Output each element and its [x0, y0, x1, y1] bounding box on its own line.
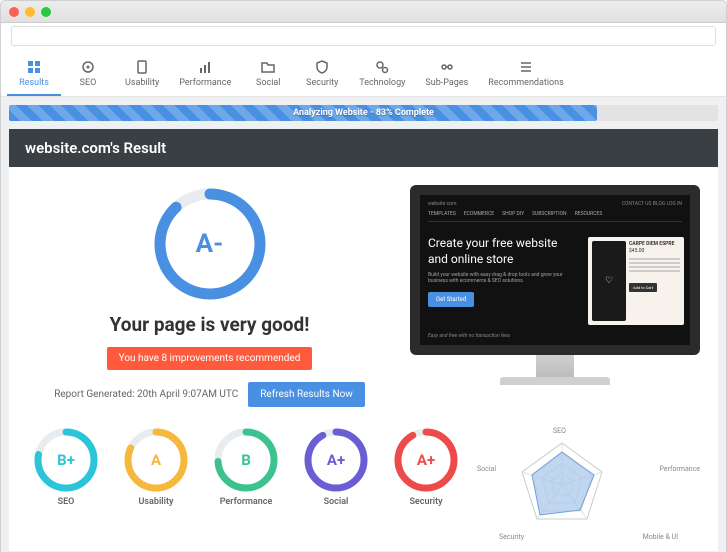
tab-performance[interactable]: Performance	[169, 52, 241, 96]
list-icon	[519, 60, 533, 74]
maximize-icon[interactable]	[41, 7, 51, 17]
score-social: A+ Social	[297, 427, 375, 507]
folder-icon	[261, 60, 275, 74]
preview-nav-item: RESOURCES	[575, 211, 603, 217]
preview-brand: website·com	[428, 201, 456, 207]
score-grade: A	[123, 427, 189, 493]
tab-social[interactable]: Social	[241, 52, 295, 96]
url-bar[interactable]	[11, 26, 716, 46]
site-preview-monitor: website·com CONTACT US BLOG LOG IN TEMPL…	[410, 185, 700, 385]
preview-cta: Get Started	[428, 292, 474, 307]
preview-footer: Easy and free with no transaction fees	[428, 333, 682, 339]
score-label: SEO	[27, 497, 105, 507]
nav-tabs: ResultsSEOUsabilityPerformanceSocialSecu…	[1, 52, 726, 97]
grid-icon	[27, 60, 41, 74]
preview-hero-sub: Build your website with easy drag & drop…	[428, 272, 578, 284]
gears-icon	[375, 60, 389, 74]
radar-label-performance: Performance	[660, 465, 701, 473]
preview-product-card: ♡ CARPE DIEM ESPRE $45.00 Add to Cart	[588, 237, 684, 325]
tab-results[interactable]: Results	[7, 52, 61, 96]
preview-hero-1: Create your free website	[428, 236, 578, 252]
preview-top-links: CONTACT US BLOG LOG IN	[622, 201, 682, 207]
tab-technology[interactable]: Technology	[349, 52, 415, 96]
report-timestamp: Report Generated: 20th April 9:07AM UTC	[54, 389, 238, 400]
radar-chart: SEO Performance Mobile & UI Security Soc…	[477, 427, 700, 541]
score-grade: B	[213, 427, 279, 493]
score-seo: B+ SEO	[27, 427, 105, 507]
close-icon[interactable]	[9, 7, 19, 17]
radar-label-seo: SEO	[553, 427, 566, 435]
heart-icon: ♡	[605, 276, 613, 286]
score-grade: A+	[393, 427, 459, 493]
score-label: Usability	[117, 497, 195, 507]
link-icon	[440, 60, 454, 74]
page-title: website.com's Result	[9, 129, 718, 167]
radar-label-mobile: Mobile & UI	[643, 533, 678, 541]
score-label: Social	[297, 497, 375, 507]
minimize-icon[interactable]	[25, 7, 35, 17]
score-label: Performance	[207, 497, 285, 507]
preview-card-price: $45.00	[629, 248, 680, 254]
tab-recommendations[interactable]: Recommendations	[478, 52, 574, 96]
progress-bar: Analyzing Website - 83% Complete	[9, 105, 718, 121]
preview-card-title: CARPE DIEM ESPRE	[629, 241, 680, 247]
score-usability: A Usability	[117, 427, 195, 507]
tab-seo[interactable]: SEO	[61, 52, 115, 96]
score-grade: B+	[33, 427, 99, 493]
preview-card-btn: Add to Cart	[629, 283, 657, 292]
preview-nav-item: SHOP DIY	[502, 211, 524, 217]
score-security: A+ Security	[387, 427, 465, 507]
preview-nav-item: TEMPLATES	[428, 211, 456, 217]
radar-label-security: Security	[499, 533, 524, 541]
preview-nav-item: ECOMMERCE	[464, 211, 494, 217]
score-performance: B Performance	[207, 427, 285, 507]
window-titlebar	[1, 1, 726, 23]
bars-icon	[198, 60, 212, 74]
target-icon	[81, 60, 95, 74]
preview-hero-2: and online store	[428, 252, 578, 268]
tab-sub-pages[interactable]: Sub-Pages	[415, 52, 478, 96]
tab-security[interactable]: Security	[295, 52, 349, 96]
score-grade: A+	[303, 427, 369, 493]
improvements-badge: You have 8 improvements recommended	[107, 347, 313, 370]
radar-label-social: Social	[477, 465, 496, 473]
refresh-button[interactable]: Refresh Results Now	[248, 382, 365, 407]
score-label: Security	[387, 497, 465, 507]
shield-icon	[315, 60, 329, 74]
preview-nav-item: SUBSCRIPTION	[532, 211, 567, 217]
device-icon	[135, 60, 149, 74]
progress-text: Analyzing Website - 83% Complete	[9, 105, 718, 121]
tab-usability[interactable]: Usability	[115, 52, 169, 96]
overall-grade: A-	[151, 185, 269, 303]
headline: Your page is very good!	[27, 313, 392, 336]
overall-grade-ring: A-	[151, 185, 269, 303]
